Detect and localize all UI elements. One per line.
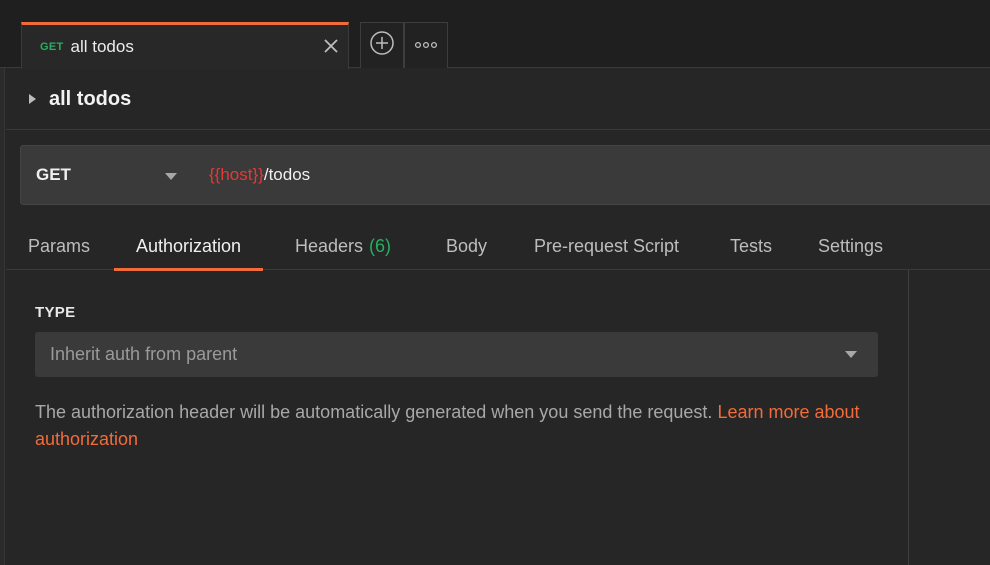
panel-divider: [908, 270, 909, 565]
request-tabs: Params Authorization Headers (6) Body Pr…: [6, 222, 990, 271]
new-tab-button[interactable]: [360, 22, 404, 68]
http-method-select[interactable]: GET: [21, 146, 201, 204]
tab-authorization[interactable]: Authorization: [113, 222, 264, 271]
request-name[interactable]: all todos: [49, 88, 131, 111]
tab-label: Authorization: [136, 235, 242, 256]
tab-settings[interactable]: Settings: [818, 222, 883, 270]
auth-type-label: TYPE: [35, 304, 76, 321]
more-horizontal-icon: [414, 37, 438, 55]
http-method-label: GET: [36, 165, 71, 184]
breadcrumb: all todos: [6, 69, 990, 130]
more-tabs-button[interactable]: [404, 22, 448, 68]
auth-type-select[interactable]: Inherit auth from parent: [35, 332, 878, 377]
postman-request-editor: GET all todos all todos GET {{host}} /to…: [0, 0, 990, 565]
tab-headers[interactable]: Headers (6): [295, 222, 391, 270]
chevron-down-icon: [165, 173, 177, 180]
url-variable: {{host}}: [209, 165, 264, 184]
tab-pre-request-script[interactable]: Pre-request Script: [534, 222, 679, 270]
tab-label: Params: [28, 235, 91, 256]
url-input[interactable]: {{host}}/todos: [201, 146, 990, 204]
headers-count-badge: (6): [369, 235, 392, 256]
url-path: /todos: [263, 165, 311, 184]
tab-label: Body: [446, 235, 488, 256]
caret-right-icon[interactable]: [29, 94, 36, 104]
tab-params[interactable]: Params: [28, 222, 90, 270]
tab-method-badge: GET: [40, 41, 64, 53]
auth-description: The authorization header will be automat…: [35, 399, 895, 453]
close-icon[interactable]: [320, 35, 342, 57]
auth-type-value: Inherit auth from parent: [50, 344, 238, 364]
tab-title: all todos: [70, 37, 134, 56]
tab-label: Headers: [295, 235, 364, 256]
tab-tests[interactable]: Tests: [730, 222, 772, 270]
authorization-panel: TYPE Inherit auth from parent The author…: [6, 270, 908, 565]
url-bar: GET {{host}}/todos: [20, 145, 990, 205]
auth-description-text: The authorization header will be automat…: [35, 402, 713, 422]
tab-label: Pre-request Script: [534, 235, 680, 256]
tab-strip: GET all todos: [0, 0, 990, 69]
tab-body[interactable]: Body: [446, 222, 487, 270]
tab-label: Tests: [730, 235, 773, 256]
plus-circle-icon: [369, 30, 395, 61]
sidebar-edge: [0, 68, 5, 565]
chevron-down-icon: [845, 351, 857, 358]
tab-label: Settings: [818, 235, 884, 256]
request-tab-all-todos[interactable]: GET all todos: [21, 22, 349, 69]
